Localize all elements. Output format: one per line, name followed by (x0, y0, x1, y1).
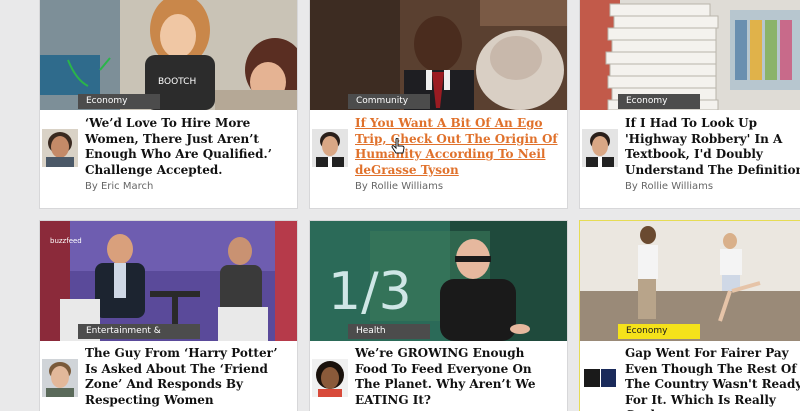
article-title[interactable]: If You Want A Bit Of An Ego Trip, Check … (355, 116, 560, 178)
article-title[interactable]: Gap Went For Fairer Pay Even Though The … (625, 346, 800, 411)
author-avatar[interactable] (312, 129, 348, 167)
author-byline[interactable]: By Rollie Williams (355, 181, 443, 192)
article-card[interactable]: Community If You Want A Bit Of An Ego Tr… (310, 0, 567, 208)
hand-pointer-icon (391, 138, 405, 154)
article-title[interactable]: If I Had To Look Up 'Highway Robbery' In… (625, 116, 800, 178)
author-avatar[interactable] (42, 129, 78, 167)
article-title[interactable]: The Guy From ‘Harry Potter’ Is Asked Abo… (85, 346, 290, 408)
author-byline[interactable]: By Eric March (85, 181, 153, 192)
article-thumbnail[interactable]: buzzfeed (40, 221, 297, 341)
category-badge[interactable]: Health (348, 324, 430, 339)
article-card[interactable]: 1/3 Health We’re GROWING Enough Food To … (310, 221, 567, 411)
category-badge[interactable]: Community (348, 94, 430, 109)
article-card[interactable]: BOOTCH Economy ‘We’d Love To Hire More W… (40, 0, 297, 208)
author-avatar[interactable] (312, 359, 348, 397)
article-title[interactable]: We’re GROWING Enough Food To Feed Everyo… (355, 346, 560, 408)
category-badge[interactable]: Economy (78, 94, 160, 109)
article-card[interactable]: buzzfeed Entertainment & Culture The Guy… (40, 221, 297, 411)
brand-logo[interactable] (582, 359, 618, 397)
article-card[interactable]: Economy If I Had To Look Up 'Highway Rob… (580, 0, 800, 208)
category-badge[interactable]: Economy (618, 94, 700, 109)
article-thumbnail[interactable] (580, 221, 800, 341)
slide-text: 1/3 (328, 262, 412, 322)
brand-logo-text: buzzfeed (50, 237, 82, 245)
author-avatar[interactable] (42, 359, 78, 397)
author-avatar[interactable] (582, 129, 618, 167)
article-thumbnail[interactable]: 1/3 (310, 221, 567, 341)
article-title[interactable]: ‘We’d Love To Hire More Women, There Jus… (85, 116, 290, 178)
author-byline[interactable]: By Rollie Williams (625, 181, 713, 192)
shirt-text: BOOTCH (158, 77, 196, 87)
category-badge[interactable]: Economy (618, 324, 700, 339)
category-badge[interactable]: Entertainment & Culture (78, 324, 200, 351)
article-card[interactable]: Economy Gap Went For Fairer Pay Even Tho… (580, 221, 800, 411)
